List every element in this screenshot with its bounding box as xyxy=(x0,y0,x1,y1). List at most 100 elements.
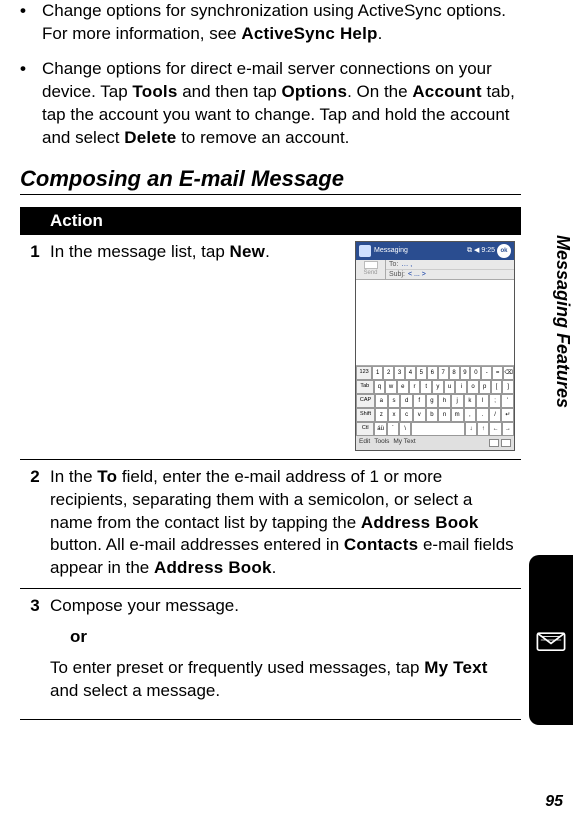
key: k xyxy=(464,394,477,408)
key: b xyxy=(426,408,439,422)
key: r xyxy=(409,380,421,394)
page-number: 95 xyxy=(545,793,563,811)
menu-edit: Edit xyxy=(359,438,370,447)
bullet-2-text: Change options for direct e-mail server … xyxy=(42,58,521,150)
key: . xyxy=(476,408,489,422)
message-body-area xyxy=(356,280,514,366)
key: g xyxy=(426,394,439,408)
term-my-text: My Text xyxy=(424,658,487,677)
envelope-icon xyxy=(364,261,378,269)
subject-field: Subj: < ... > xyxy=(386,270,514,279)
term-tools: Tools xyxy=(132,82,177,101)
key: p xyxy=(479,380,491,394)
key: l xyxy=(476,394,489,408)
key: y xyxy=(432,380,444,394)
term-address-book-2: Address Book xyxy=(154,558,272,577)
step-1-num: 1 xyxy=(20,241,50,451)
step-3-line2: To enter preset or frequently used messa… xyxy=(50,657,515,703)
key: - xyxy=(481,366,492,380)
key: d xyxy=(400,394,413,408)
step-2: 2 In the To field, enter the e-mail addr… xyxy=(20,460,521,590)
key: Shift xyxy=(356,408,375,422)
key: 123 xyxy=(356,366,372,380)
screenshot-time: 9:25 xyxy=(481,246,495,255)
key: 5 xyxy=(416,366,427,380)
term-contacts: Contacts xyxy=(344,535,418,554)
bullet-1: • Change options for synchronization usi… xyxy=(20,0,521,46)
key: [ xyxy=(491,380,503,394)
key: s xyxy=(388,394,401,408)
key: u xyxy=(444,380,456,394)
sip-icon xyxy=(489,439,499,447)
key: ⌫ xyxy=(503,366,514,380)
key: Tab xyxy=(356,380,374,394)
term-delete: Delete xyxy=(124,128,176,147)
term-options: Options xyxy=(281,82,347,101)
key: 3 xyxy=(394,366,405,380)
ok-button: ok xyxy=(497,244,511,258)
key: a xyxy=(375,394,388,408)
key: = xyxy=(492,366,503,380)
key: 9 xyxy=(460,366,471,380)
term-activesync-help: ActiveSync Help xyxy=(241,24,377,43)
volume-icon: ◀ xyxy=(474,246,479,255)
start-icon xyxy=(359,245,371,257)
step-2-text: In the To field, enter the e-mail addres… xyxy=(50,466,521,581)
key: Ctl xyxy=(356,422,374,436)
menu-tools: Tools xyxy=(374,438,389,447)
key: 1 xyxy=(372,366,383,380)
bullet-1-text: Change options for synchronization using… xyxy=(42,0,521,46)
key: v xyxy=(413,408,426,422)
key: \ xyxy=(399,422,411,436)
key: 6 xyxy=(427,366,438,380)
key: ' xyxy=(501,394,514,408)
term-to: To xyxy=(97,467,117,486)
key: t xyxy=(420,380,432,394)
key: c xyxy=(400,408,413,422)
key: x xyxy=(388,408,401,422)
key: 7 xyxy=(438,366,449,380)
screenshot-titlebar: Messaging ⧉ ◀ 9:25 ok xyxy=(356,242,514,260)
screenshot-bottombar: Edit Tools My Text xyxy=(356,436,514,450)
onscreen-keyboard: 1231234567890-=⌫Tabqwertyuiop[]CAPasdfgh… xyxy=(356,366,514,436)
key: 8 xyxy=(449,366,460,380)
key: f xyxy=(413,394,426,408)
send-button: Send xyxy=(356,260,386,279)
key: w xyxy=(385,380,397,394)
step-3-line1: Compose your message. xyxy=(50,595,515,618)
bullet-2: • Change options for direct e-mail serve… xyxy=(20,58,521,150)
signal-icon: ⧉ xyxy=(467,246,472,255)
key: h xyxy=(438,394,451,408)
key: ← xyxy=(489,422,501,436)
section-heading: Composing an E-mail Message xyxy=(20,166,521,195)
step-3-text: Compose your message. or To enter preset… xyxy=(50,595,521,711)
key: ↑ xyxy=(477,422,489,436)
screenshot-title: Messaging xyxy=(374,246,408,255)
key: j xyxy=(451,394,464,408)
term-new: New xyxy=(230,242,266,261)
bullet-1-post: . xyxy=(378,24,383,43)
messaging-icon xyxy=(534,623,568,657)
key: 4 xyxy=(405,366,416,380)
bullet-marker: • xyxy=(20,0,42,46)
key: ` xyxy=(387,422,399,436)
step-3-or: or xyxy=(70,626,515,649)
menu-mytext: My Text xyxy=(393,438,415,447)
key: , xyxy=(464,408,477,422)
key: n xyxy=(438,408,451,422)
bullet-marker: • xyxy=(20,58,42,150)
key: 2 xyxy=(383,366,394,380)
key: i xyxy=(455,380,467,394)
key: z xyxy=(375,408,388,422)
key: áü xyxy=(374,422,386,436)
step-1-text: In the message list, tap New. xyxy=(50,241,347,264)
sip-arrow-icon xyxy=(501,439,511,447)
key: ; xyxy=(489,394,502,408)
term-account: Account xyxy=(412,82,481,101)
step-3: 3 Compose your message. or To enter pres… xyxy=(20,589,521,720)
key: ] xyxy=(502,380,514,394)
key: m xyxy=(451,408,464,422)
key: → xyxy=(502,422,514,436)
key: 0 xyxy=(470,366,481,380)
device-screenshot: Messaging ⧉ ◀ 9:25 ok Send xyxy=(355,241,515,451)
